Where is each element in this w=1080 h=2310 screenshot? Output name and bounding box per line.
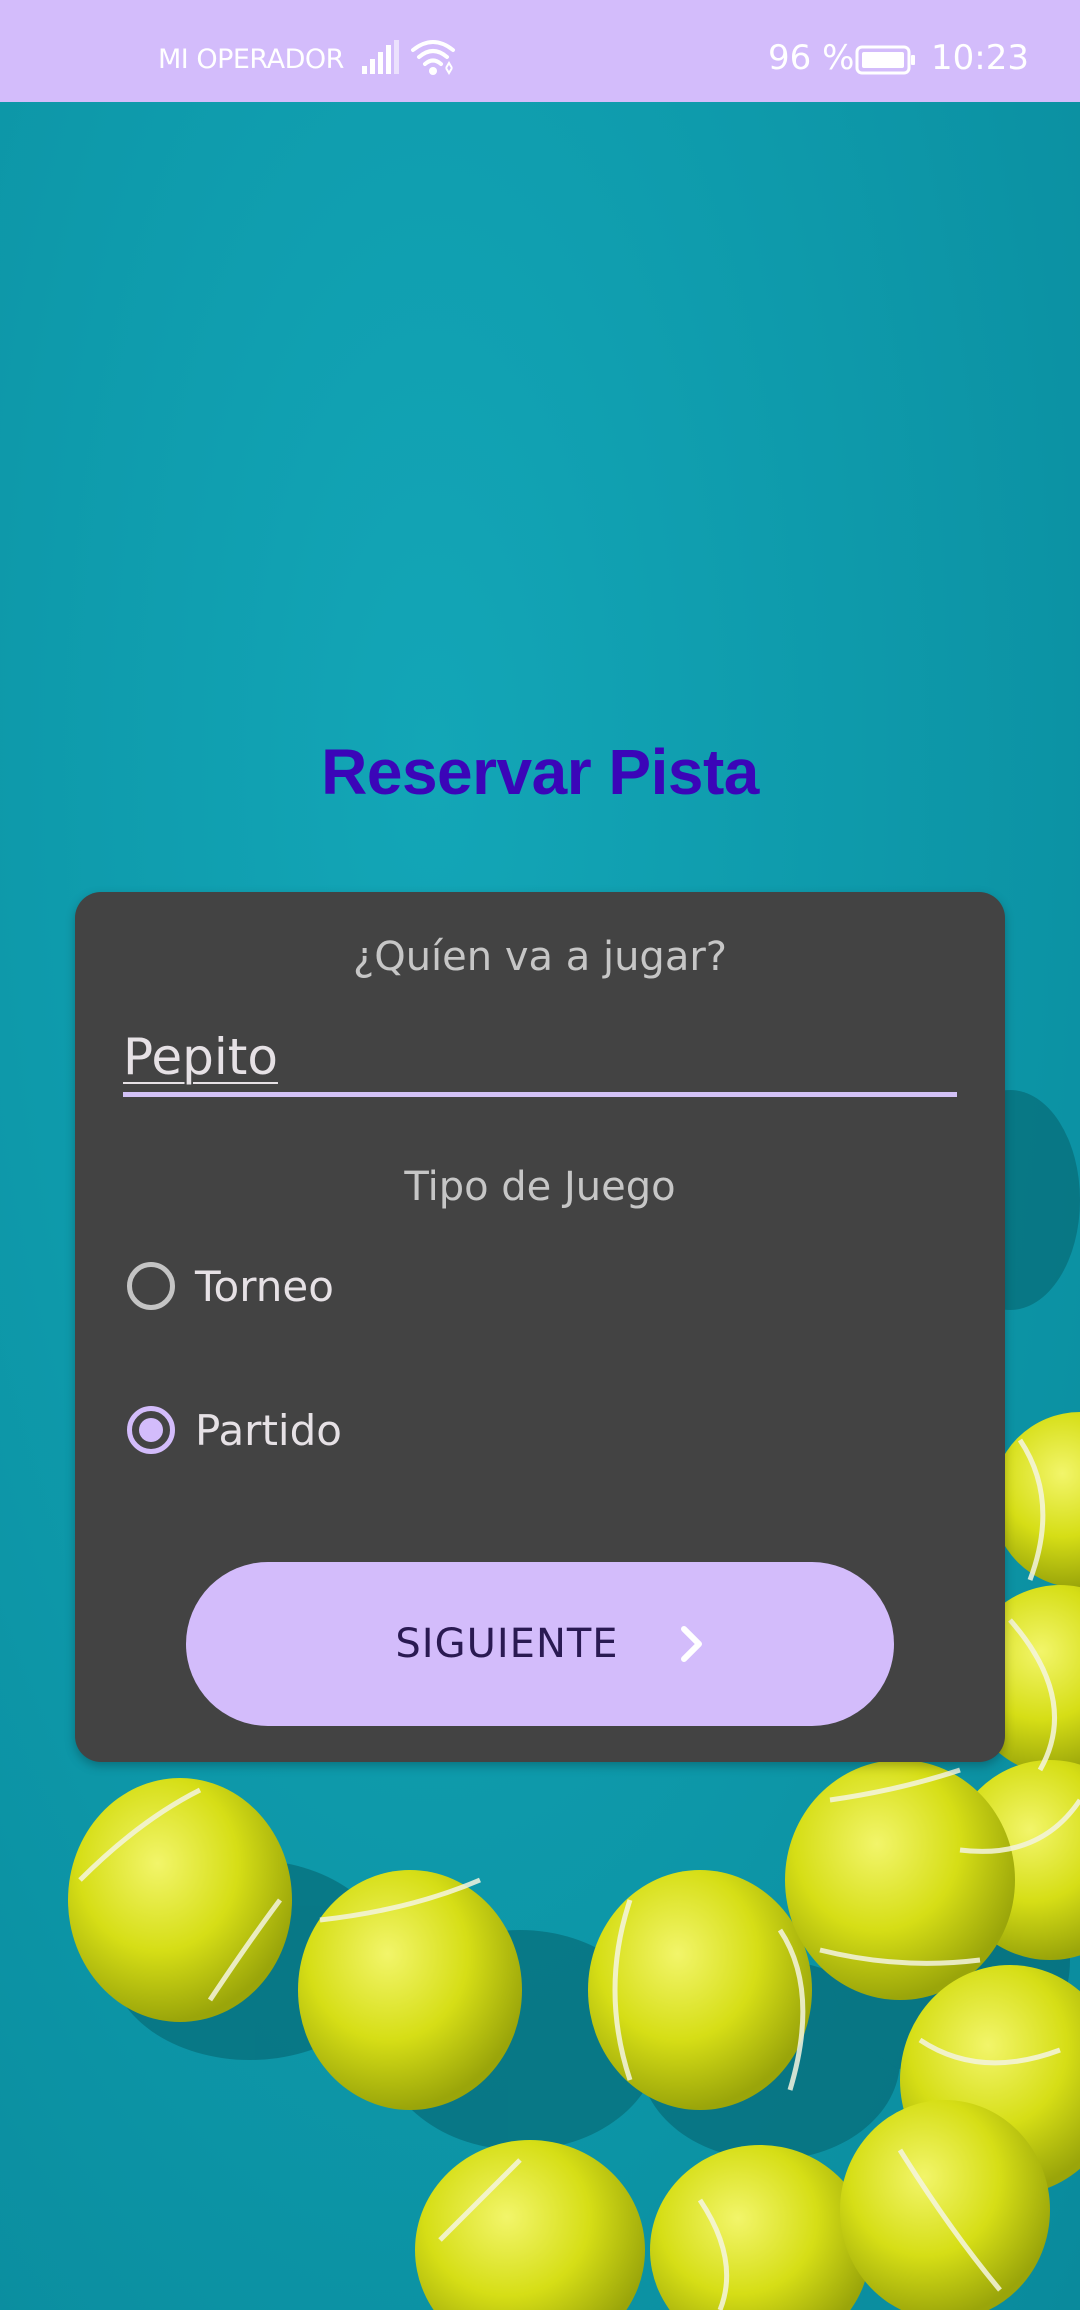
next-button-label: SIGUIENTE <box>395 1621 619 1667</box>
player-name-input[interactable] <box>123 1022 957 1092</box>
radio-option-partido[interactable]: Partido <box>127 1390 342 1470</box>
battery-icon <box>855 45 915 75</box>
page-title: Reservar Pista <box>321 736 759 808</box>
next-button[interactable]: SIGUIENTE <box>186 1562 894 1726</box>
wifi-icon <box>411 40 455 75</box>
status-bar: MI OPERADOR 96 % 10:23 <box>0 0 1080 102</box>
question-label: ¿Quíen va a jugar? <box>352 934 728 980</box>
chevron-right-icon <box>680 1626 702 1662</box>
clock: 10:23 <box>931 38 1029 78</box>
game-type-label: Tipo de Juego <box>404 1164 676 1210</box>
signal-icon <box>362 40 399 74</box>
carrier-name: MI OPERADOR <box>158 44 344 75</box>
radio-label: Partido <box>195 1405 342 1455</box>
reservation-card: ¿Quíen va a jugar? Tipo de Juego Torneo … <box>75 892 1005 1762</box>
radio-unchecked-icon[interactable] <box>127 1262 175 1310</box>
input-underline <box>123 1092 957 1097</box>
radio-checked-icon[interactable] <box>127 1406 175 1454</box>
radio-label: Torneo <box>195 1261 334 1311</box>
radio-option-torneo[interactable]: Torneo <box>127 1246 334 1326</box>
battery-percentage: 96 % <box>768 38 855 78</box>
